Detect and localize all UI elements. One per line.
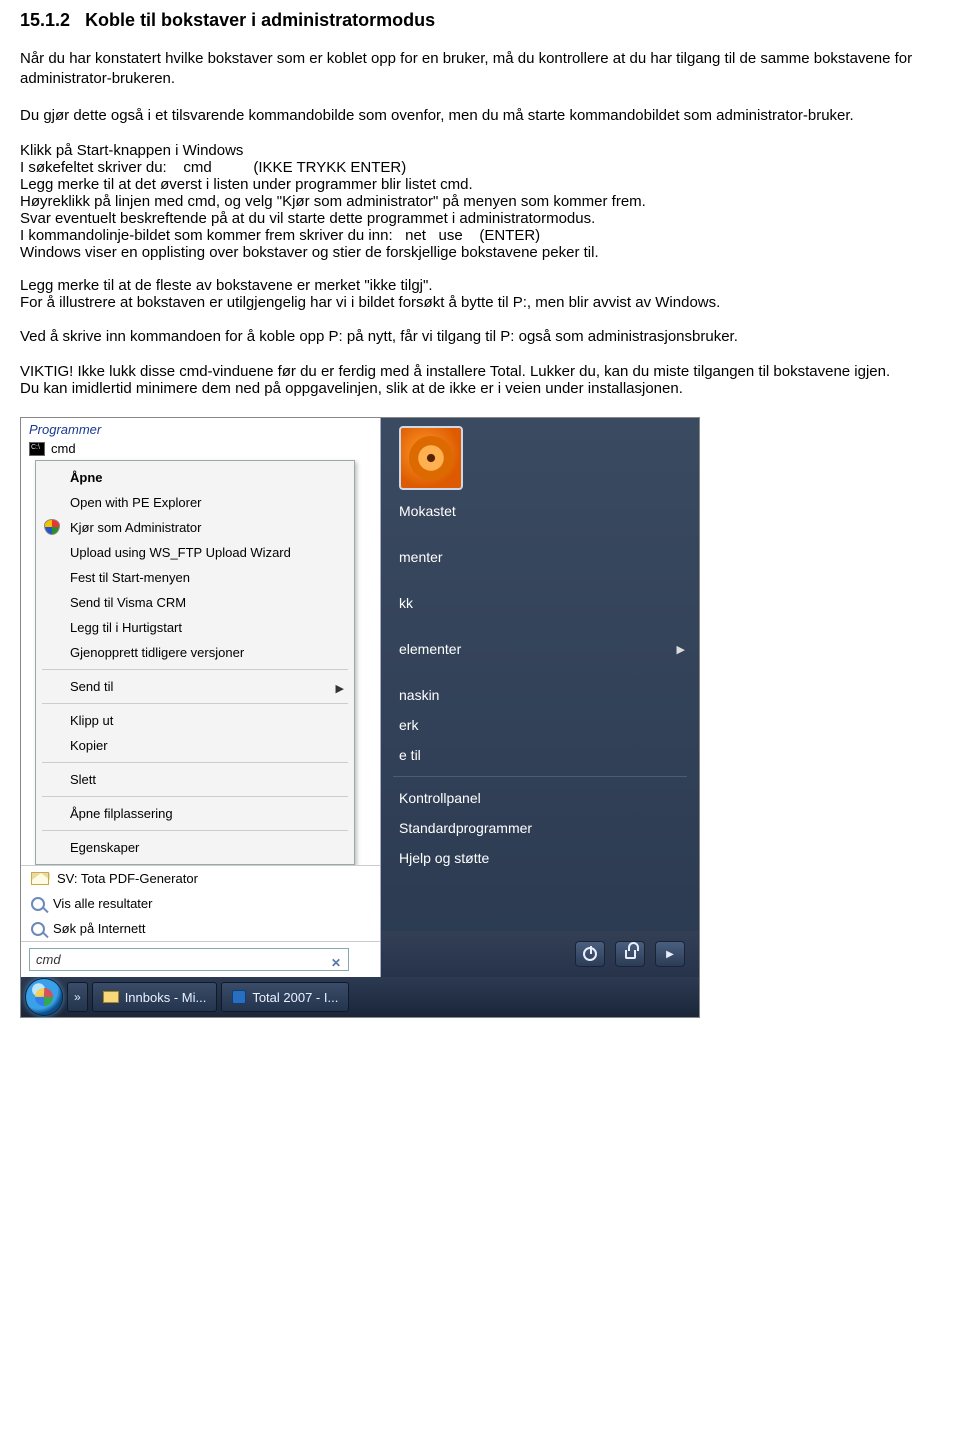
right-default-programs[interactable]: Standardprogrammer	[381, 813, 699, 843]
start-search-input[interactable]	[29, 948, 349, 971]
line: Legg merke til at det øverst i listen un…	[20, 176, 920, 193]
right-network[interactable]: erk	[381, 710, 699, 740]
ctx-quicklaunch[interactable]: Legg til i Hurtigstart	[36, 615, 354, 640]
shutdown-menu-button[interactable]: ▶	[655, 941, 685, 967]
uac-shield-icon	[44, 519, 60, 535]
user-name[interactable]: Mokastet	[381, 496, 699, 526]
ctx-visma[interactable]: Send til Visma CRM	[36, 590, 354, 615]
taskbar-quicklaunch-chevron[interactable]: »	[67, 982, 88, 1012]
submenu-arrow-icon: ▶	[336, 682, 344, 695]
see-all-results[interactable]: Vis alle resultater	[21, 891, 380, 916]
separator	[393, 776, 687, 777]
result-mail-label: SV: Tota PDF-Generator	[57, 871, 198, 886]
cmd-label: cmd	[51, 441, 76, 456]
ctx-cut[interactable]: Klipp ut	[36, 708, 354, 733]
start-menu-screenshot: Programmer cmd Åpne Open with PE Explore…	[20, 417, 700, 1018]
section-heading: 15.1.2 Koble til bokstaver i administrat…	[20, 10, 920, 31]
search-internet[interactable]: Søk på Internett	[21, 916, 380, 941]
start-menu-right: Mokastet menter kk elementer ▶ naskin er…	[381, 418, 699, 977]
power-icon	[583, 947, 597, 961]
line: I kommandolinje-bildet som kommer frem s…	[20, 227, 920, 244]
right-recent[interactable]: elementer ▶	[381, 634, 699, 664]
start-menu-left-bottom: SV: Tota PDF-Generator Vis alle resultat…	[21, 865, 380, 977]
separator	[42, 796, 348, 797]
ctx-run-as-admin[interactable]: Kjør som Administrator	[36, 515, 354, 540]
chevron-icon: »	[74, 990, 81, 1004]
taskbar-inbox-label: Innboks - Mi...	[125, 990, 207, 1005]
heading-text: Koble til bokstaver i administratormodus	[85, 10, 435, 30]
paragraph: Når du har konstatert hvilke bokstaver s…	[20, 49, 920, 90]
ctx-properties[interactable]: Egenskaper	[36, 835, 354, 860]
right-help[interactable]: Hjelp og støtte	[381, 843, 699, 873]
power-button[interactable]	[575, 941, 605, 967]
taskbar-inbox[interactable]: Innboks - Mi...	[92, 982, 218, 1012]
start-orb[interactable]	[25, 978, 63, 1016]
ctx-pin-start[interactable]: Fest til Start-menyen	[36, 565, 354, 590]
line: Svar eventuelt beskreftende på at du vil…	[20, 210, 920, 227]
heading-number: 15.1.2	[20, 10, 70, 31]
search-internet-label: Søk på Internett	[53, 921, 146, 936]
ctx-send-to[interactable]: Send til ▶	[36, 674, 354, 699]
inbox-icon	[103, 991, 119, 1003]
chevron-right-icon: ▶	[666, 949, 674, 960]
line: VIKTIG! Ikke lukk disse cmd-vinduene før…	[20, 363, 920, 380]
context-menu: Åpne Open with PE Explorer Kjør som Admi…	[35, 460, 355, 865]
line: Klikk på Start-knappen i Windows	[20, 142, 920, 159]
right-control-panel[interactable]: Kontrollpanel	[381, 783, 699, 813]
line: Du kan imidlertid minimere dem ned på op…	[20, 380, 920, 397]
paragraph: Du gjør dette også i et tilsvarende komm…	[20, 106, 920, 126]
clear-search-icon[interactable]: ✕	[329, 956, 343, 970]
ctx-open-location[interactable]: Åpne filplassering	[36, 801, 354, 826]
separator	[42, 762, 348, 763]
cmd-icon	[29, 442, 45, 456]
ctx-run-as-admin-label: Kjør som Administrator	[70, 520, 201, 535]
line: Høyreklikk på linjen med cmd, og velg "K…	[20, 193, 920, 210]
ctx-copy[interactable]: Kopier	[36, 733, 354, 758]
taskbar-total-label: Total 2007 - I...	[252, 990, 338, 1005]
see-all-results-label: Vis alle resultater	[53, 896, 152, 911]
search-icon	[31, 922, 45, 936]
lock-button[interactable]	[615, 941, 645, 967]
program-result-cmd[interactable]: cmd	[21, 439, 380, 460]
lock-icon	[625, 950, 636, 959]
power-buttons: ▶	[381, 931, 699, 977]
ctx-open[interactable]: Åpne	[36, 465, 354, 490]
result-mail[interactable]: SV: Tota PDF-Generator	[21, 866, 380, 891]
paragraph-block: Legg merke til at de fleste av bokstaven…	[20, 277, 920, 311]
right-connect-to[interactable]: e til	[381, 740, 699, 770]
separator	[42, 703, 348, 704]
taskbar: » Innboks - Mi... Total 2007 - I...	[21, 977, 699, 1017]
start-menu-left: Programmer cmd Åpne Open with PE Explore…	[21, 418, 381, 977]
ctx-send-to-label: Send til	[70, 679, 113, 694]
search-icon	[31, 897, 45, 911]
right-documents[interactable]: menter	[381, 542, 699, 572]
line: I søkefeltet skriver du: cmd (IKKE TRYKK…	[20, 159, 920, 176]
paragraph: Ved å skrive inn kommandoen for å koble …	[20, 327, 920, 347]
paragraph-block: Klikk på Start-knappen i Windows I søkef…	[20, 142, 920, 261]
line: Windows viser en opplisting over bokstav…	[20, 244, 920, 261]
ctx-delete[interactable]: Slett	[36, 767, 354, 792]
separator	[42, 669, 348, 670]
separator	[42, 830, 348, 831]
line: For å illustrere at bokstaven er utilgje…	[20, 294, 920, 311]
paragraph-block: VIKTIG! Ikke lukk disse cmd-vinduene før…	[20, 363, 920, 397]
mail-icon	[31, 872, 49, 885]
taskbar-total[interactable]: Total 2007 - I...	[221, 982, 349, 1012]
user-avatar	[399, 426, 463, 490]
right-music[interactable]: kk	[381, 588, 699, 618]
ctx-wsftp[interactable]: Upload using WS_FTP Upload Wizard	[36, 540, 354, 565]
programs-header: Programmer	[21, 418, 380, 439]
right-computer[interactable]: naskin	[381, 680, 699, 710]
ctx-pe-explorer[interactable]: Open with PE Explorer	[36, 490, 354, 515]
line: Legg merke til at de fleste av bokstaven…	[20, 277, 920, 294]
ctx-restore-versions[interactable]: Gjenopprett tidligere versjoner	[36, 640, 354, 665]
submenu-arrow-icon: ▶	[677, 643, 685, 656]
right-recent-label: elementer	[399, 641, 461, 657]
app-icon	[232, 990, 246, 1004]
